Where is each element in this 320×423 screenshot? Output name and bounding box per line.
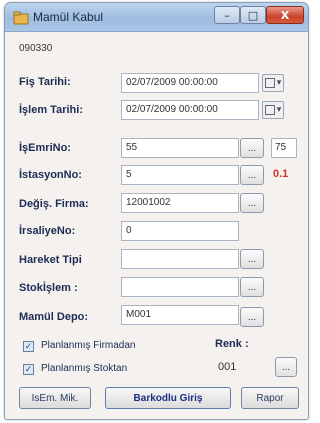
istasyon-side-value: 0.1 (273, 168, 289, 180)
mamul-depo-field[interactable]: M001 (121, 305, 239, 325)
degis-firma-browse-button[interactable]: ... (240, 193, 264, 213)
renk-value: 001 (218, 361, 237, 373)
is-emri-side-field[interactable]: 75 (271, 138, 297, 158)
is-emri-no-field[interactable]: 55 (121, 138, 239, 158)
document-code: 090330 (19, 43, 53, 54)
planlanmis-firmadan-label: Planlanmış Firmadan (41, 340, 136, 351)
istasyon-no-browse-button[interactable]: ... (240, 165, 264, 185)
checkmark-icon: ✓ (23, 341, 34, 352)
degis-firma-field[interactable]: 12001002 (121, 193, 239, 213)
app-icon (13, 10, 29, 25)
barkodlu-giris-button[interactable]: Barkodlu Giriş (105, 387, 231, 409)
is-emri-no-browse-button[interactable]: ... (240, 138, 264, 158)
calendar-icon (264, 105, 275, 115)
stok-islem-field[interactable] (121, 277, 239, 297)
chevron-down-icon: ▾ (276, 105, 282, 115)
hareket-tipi-field[interactable] (121, 249, 239, 269)
isem-mik-button[interactable]: IsEm. Mik. (19, 387, 91, 409)
hareket-tipi-label: Hareket Tipi (19, 254, 82, 266)
calendar-icon (264, 78, 275, 88)
fis-tarihi-label: Fiş Tarihi: (19, 76, 71, 88)
title-bar[interactable]: Mamül Kabul – □ X (5, 3, 308, 32)
rapor-button[interactable]: Rapor (241, 387, 299, 409)
islem-tarihi-label: İşlem Tarihi: (19, 104, 83, 116)
window-title: Mamül Kabul (33, 10, 104, 24)
chevron-down-icon: ▾ (276, 78, 282, 88)
maximize-button[interactable]: □ (240, 6, 266, 24)
minimize-icon: – (224, 8, 230, 22)
stok-islem-browse-button[interactable]: ... (240, 277, 264, 297)
islem-tarihi-picker[interactable]: ▾ (262, 101, 284, 119)
maximize-icon: □ (247, 8, 259, 22)
fis-tarihi-field[interactable]: 02/07/2009 00:00:00 (121, 73, 259, 93)
close-icon: X (280, 8, 290, 22)
hareket-tipi-browse-button[interactable]: ... (240, 249, 264, 269)
planlanmis-stoktan-label: Planlanmış Stoktan (41, 363, 128, 374)
fis-tarihi-picker[interactable]: ▾ (262, 74, 284, 92)
close-button[interactable]: X (266, 6, 304, 24)
mamul-depo-label: Mamül Depo: (19, 311, 89, 323)
is-emri-no-label: İşEmriNo: (19, 142, 71, 154)
checkmark-icon: ✓ (23, 364, 34, 375)
irsaliye-no-label: İrsaliyeNo: (19, 225, 76, 237)
istasyon-no-label: İstasyonNo: (19, 169, 82, 181)
degis-firma-label: Değiş. Firma: (19, 198, 89, 210)
minimize-button[interactable]: – (214, 6, 240, 24)
mamul-depo-browse-button[interactable]: ... (240, 307, 264, 327)
stok-islem-label: Stokİşlem : (19, 282, 78, 294)
renk-browse-button[interactable]: ... (275, 357, 297, 377)
islem-tarihi-field[interactable]: 02/07/2009 00:00:00 (121, 100, 259, 120)
istasyon-no-field[interactable]: 5 (121, 165, 239, 185)
mamul-kabul-window: Mamül Kabul – □ X 090330 Fiş Tarihi: 02/… (4, 2, 309, 420)
renk-label: Renk : (215, 338, 249, 350)
irsaliye-no-field[interactable]: 0 (121, 221, 239, 241)
